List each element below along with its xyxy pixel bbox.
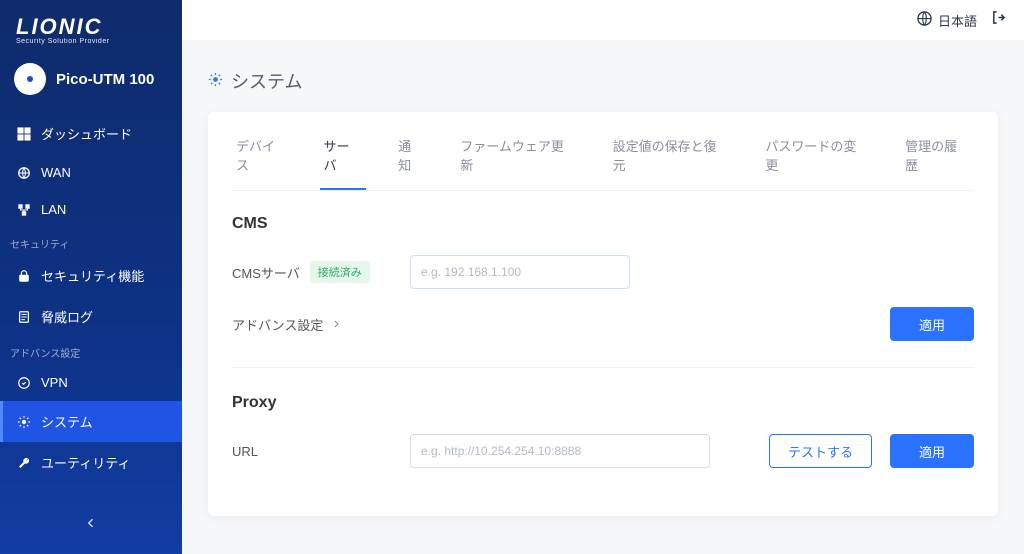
cms-advanced-label: アドバンス設定 <box>232 315 323 334</box>
proxy-url-label: URL <box>232 444 258 459</box>
proxy-apply-button[interactable]: 適用 <box>890 434 974 468</box>
sidebar-item-label: VPN <box>41 375 68 390</box>
product-avatar <box>14 63 46 95</box>
main: 日本語 システム デバイス サーバ 通知 ファームウェア更新 設定値の保存と復元… <box>182 0 1024 554</box>
cms-status-badge: 接続済み <box>310 261 370 283</box>
language-label: 日本語 <box>938 11 977 30</box>
cms-apply-button[interactable]: 適用 <box>890 307 974 341</box>
brand-tagline: Security Solution Provider <box>16 38 166 45</box>
page-title: システム <box>231 68 302 94</box>
sidebar-item-system[interactable]: システム <box>0 401 182 442</box>
language-switcher[interactable]: 日本語 <box>917 11 977 30</box>
log-icon <box>17 310 31 324</box>
sidebar-item-label: セキュリティ機能 <box>41 266 144 285</box>
sidebar-item-label: システム <box>41 412 93 431</box>
sidebar-collapse-button[interactable] <box>0 506 182 544</box>
cms-server-label: CMSサーバ <box>232 263 300 282</box>
sidebar-item-security-features[interactable]: セキュリティ機能 <box>0 255 182 296</box>
tab-firmware[interactable]: ファームウェア更新 <box>456 126 580 190</box>
vpn-icon <box>17 376 31 390</box>
tab-device[interactable]: デバイス <box>232 126 292 190</box>
sidebar-item-label: ダッシュボード <box>41 124 132 143</box>
wrench-icon <box>17 456 31 470</box>
globe-icon <box>917 11 932 29</box>
cms-server-input[interactable] <box>410 255 630 289</box>
sidebar-item-threat-log[interactable]: 脅威ログ <box>0 296 182 337</box>
dashboard-icon <box>17 127 31 141</box>
sidebar-item-label: 脅威ログ <box>41 307 93 326</box>
sidebar-section-security: セキュリティ <box>0 228 182 255</box>
tab-bar: デバイス サーバ 通知 ファームウェア更新 設定値の保存と復元 パスワードの変更… <box>232 126 974 191</box>
product-header: Pico-UTM 100 <box>0 51 182 113</box>
topbar: 日本語 <box>182 0 1024 40</box>
section-divider <box>232 367 974 368</box>
proxy-url-label-wrap: URL <box>232 444 392 459</box>
tab-server[interactable]: サーバ <box>320 126 367 190</box>
lan-icon <box>17 203 31 217</box>
sidebar-item-utility[interactable]: ユーティリティ <box>0 442 182 483</box>
sidebar-section-advanced: アドバンス設定 <box>0 337 182 364</box>
logout-icon[interactable] <box>991 10 1006 30</box>
sidebar-item-wan[interactable]: WAN <box>0 154 182 191</box>
sidebar: LIONIC Security Solution Provider Pico-U… <box>0 0 182 554</box>
sidebar-item-label: ユーティリティ <box>41 453 130 472</box>
proxy-section-title: Proxy <box>232 394 974 412</box>
settings-card: デバイス サーバ 通知 ファームウェア更新 設定値の保存と復元 パスワードの変更… <box>208 112 998 516</box>
cms-apply-row: アドバンス設定 適用 <box>232 307 974 341</box>
cms-server-label-wrap: CMSサーバ 接続済み <box>232 261 392 283</box>
tab-backup[interactable]: 設定値の保存と復元 <box>609 126 734 190</box>
gear-icon <box>208 71 223 92</box>
sidebar-item-label: WAN <box>41 165 71 180</box>
chevron-left-icon <box>85 516 97 534</box>
tab-password[interactable]: パスワードの変更 <box>761 126 873 190</box>
lock-icon <box>17 269 31 283</box>
avatar-dot <box>27 76 33 82</box>
brand-logo: LIONIC Security Solution Provider <box>0 0 182 51</box>
sidebar-item-label: LAN <box>41 202 66 217</box>
sidebar-item-vpn[interactable]: VPN <box>0 364 182 401</box>
cms-advanced-toggle[interactable]: アドバンス設定 <box>232 315 341 334</box>
proxy-url-input[interactable] <box>410 434 710 468</box>
globe-icon <box>17 166 31 180</box>
chevron-right-icon <box>331 317 341 332</box>
proxy-url-row: URL テストする 適用 <box>232 434 974 468</box>
proxy-test-button[interactable]: テストする <box>769 434 872 468</box>
product-name: Pico-UTM 100 <box>56 71 154 88</box>
sidebar-item-dashboard[interactable]: ダッシュボード <box>0 113 182 154</box>
cms-section-title: CMS <box>232 215 974 233</box>
sidebar-item-lan[interactable]: LAN <box>0 191 182 228</box>
page-title-row: システム <box>208 68 998 94</box>
tab-history[interactable]: 管理の履歴 <box>901 126 974 190</box>
content: システム デバイス サーバ 通知 ファームウェア更新 設定値の保存と復元 パスワ… <box>182 40 1024 554</box>
cms-server-row: CMSサーバ 接続済み <box>232 255 974 289</box>
tab-notify[interactable]: 通知 <box>394 126 428 190</box>
gear-icon <box>17 415 31 429</box>
brand-name: LIONIC <box>16 14 166 40</box>
